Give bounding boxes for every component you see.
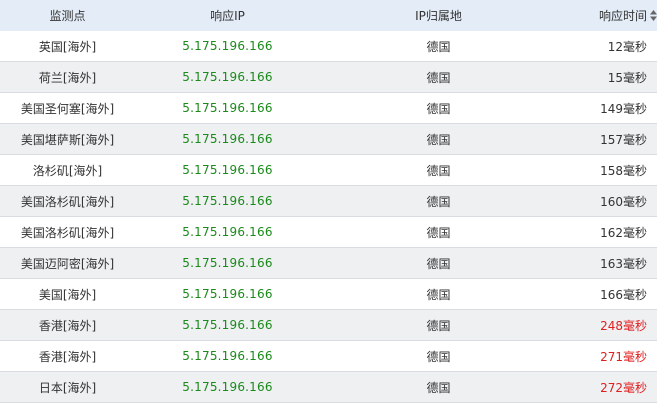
cell-node: 荷兰[海外]	[0, 61, 135, 93]
cell-response-time: 157毫秒	[557, 123, 657, 155]
cell-location: 德国	[320, 216, 557, 248]
cell-location: 德国	[320, 247, 557, 279]
cell-node: 美国迈阿密[海外]	[0, 247, 135, 279]
sort-icon[interactable]	[650, 10, 657, 21]
cell-node: 洛杉矶[海外]	[0, 154, 135, 186]
cell-ip: 5.175.196.166	[135, 61, 320, 93]
cell-node: 美国洛杉矶[海外]	[0, 185, 135, 217]
cell-response-time: 160毫秒	[557, 185, 657, 217]
cell-node: 香港[海外]	[0, 309, 135, 341]
cell-response-time: 272毫秒	[557, 371, 657, 403]
cell-node: 美国圣何塞[海外]	[0, 92, 135, 124]
cell-response-time: 158毫秒	[557, 154, 657, 186]
cell-location: 德国	[320, 340, 557, 372]
cell-node: 美国堪萨斯[海外]	[0, 123, 135, 155]
column-header-time-label: 响应时间	[598, 9, 647, 23]
table-row: 荷兰[海外] 5.175.196.166 德国 15毫秒	[0, 61, 657, 93]
table-row: 美国洛杉矶[海外] 5.175.196.166 德国 162毫秒	[0, 216, 657, 248]
table-row: 香港[海外] 5.175.196.166 德国 248毫秒	[0, 309, 657, 341]
cell-location: 德国	[320, 185, 557, 217]
cell-ip: 5.175.196.166	[135, 31, 320, 62]
cell-node: 日本[海外]	[0, 371, 135, 403]
cell-response-time: 163毫秒	[557, 247, 657, 279]
cell-node: 美国[海外]	[0, 278, 135, 310]
column-header-node: 监测点	[0, 0, 135, 31]
cell-node: 美国洛杉矶[海外]	[0, 216, 135, 248]
cell-location: 德国	[320, 371, 557, 403]
column-header-ip: 响应IP	[135, 0, 320, 31]
table-row: 日本[海外] 5.175.196.166 德国 272毫秒	[0, 371, 657, 403]
cell-ip: 5.175.196.166	[135, 216, 320, 248]
table-row: 美国堪萨斯[海外] 5.175.196.166 德国 157毫秒	[0, 123, 657, 155]
cell-ip: 5.175.196.166	[135, 340, 320, 372]
cell-ip: 5.175.196.166	[135, 154, 320, 186]
column-header-time[interactable]: 响应时间	[557, 0, 657, 31]
cell-ip: 5.175.196.166	[135, 123, 320, 155]
table-row: 洛杉矶[海外] 5.175.196.166 德国 158毫秒	[0, 154, 657, 186]
column-header-location: IP归属地	[320, 0, 557, 31]
cell-location: 德国	[320, 61, 557, 93]
cell-response-time: 162毫秒	[557, 216, 657, 248]
cell-location: 德国	[320, 309, 557, 341]
cell-location: 德国	[320, 278, 557, 310]
table-row: 美国[海外] 5.175.196.166 德国 166毫秒	[0, 278, 657, 310]
cell-response-time: 271毫秒	[557, 340, 657, 372]
table-body: 英国[海外] 5.175.196.166 德国 12毫秒 荷兰[海外] 5.175.196…	[0, 31, 657, 403]
cell-response-time: 166毫秒	[557, 278, 657, 310]
cell-location: 德国	[320, 92, 557, 124]
cell-ip: 5.175.196.166	[135, 185, 320, 217]
cell-ip: 5.175.196.166	[135, 92, 320, 124]
cell-ip: 5.175.196.166	[135, 371, 320, 403]
cell-ip: 5.175.196.166	[135, 278, 320, 310]
table-row: 美国洛杉矶[海外] 5.175.196.166 德国 160毫秒	[0, 185, 657, 217]
cell-response-time: 15毫秒	[557, 61, 657, 93]
cell-response-time: 248毫秒	[557, 309, 657, 341]
table-row: 美国迈阿密[海外] 5.175.196.166 德国 163毫秒	[0, 247, 657, 279]
ping-results-table: 监测点 响应IP IP归属地 响应时间 英国[海外] 5.175.196.166 德…	[0, 0, 657, 403]
cell-node: 英国[海外]	[0, 31, 135, 62]
cell-location: 德国	[320, 154, 557, 186]
cell-ip: 5.175.196.166	[135, 247, 320, 279]
cell-location: 德国	[320, 123, 557, 155]
cell-node: 香港[海外]	[0, 340, 135, 372]
cell-response-time: 12毫秒	[557, 31, 657, 62]
table-row: 英国[海外] 5.175.196.166 德国 12毫秒	[0, 31, 657, 62]
table-row: 香港[海外] 5.175.196.166 德国 271毫秒	[0, 340, 657, 372]
table-header-row: 监测点 响应IP IP归属地 响应时间	[0, 0, 657, 31]
cell-response-time: 149毫秒	[557, 92, 657, 124]
cell-ip: 5.175.196.166	[135, 309, 320, 341]
table-row: 美国圣何塞[海外] 5.175.196.166 德国 149毫秒	[0, 92, 657, 124]
cell-location: 德国	[320, 31, 557, 62]
